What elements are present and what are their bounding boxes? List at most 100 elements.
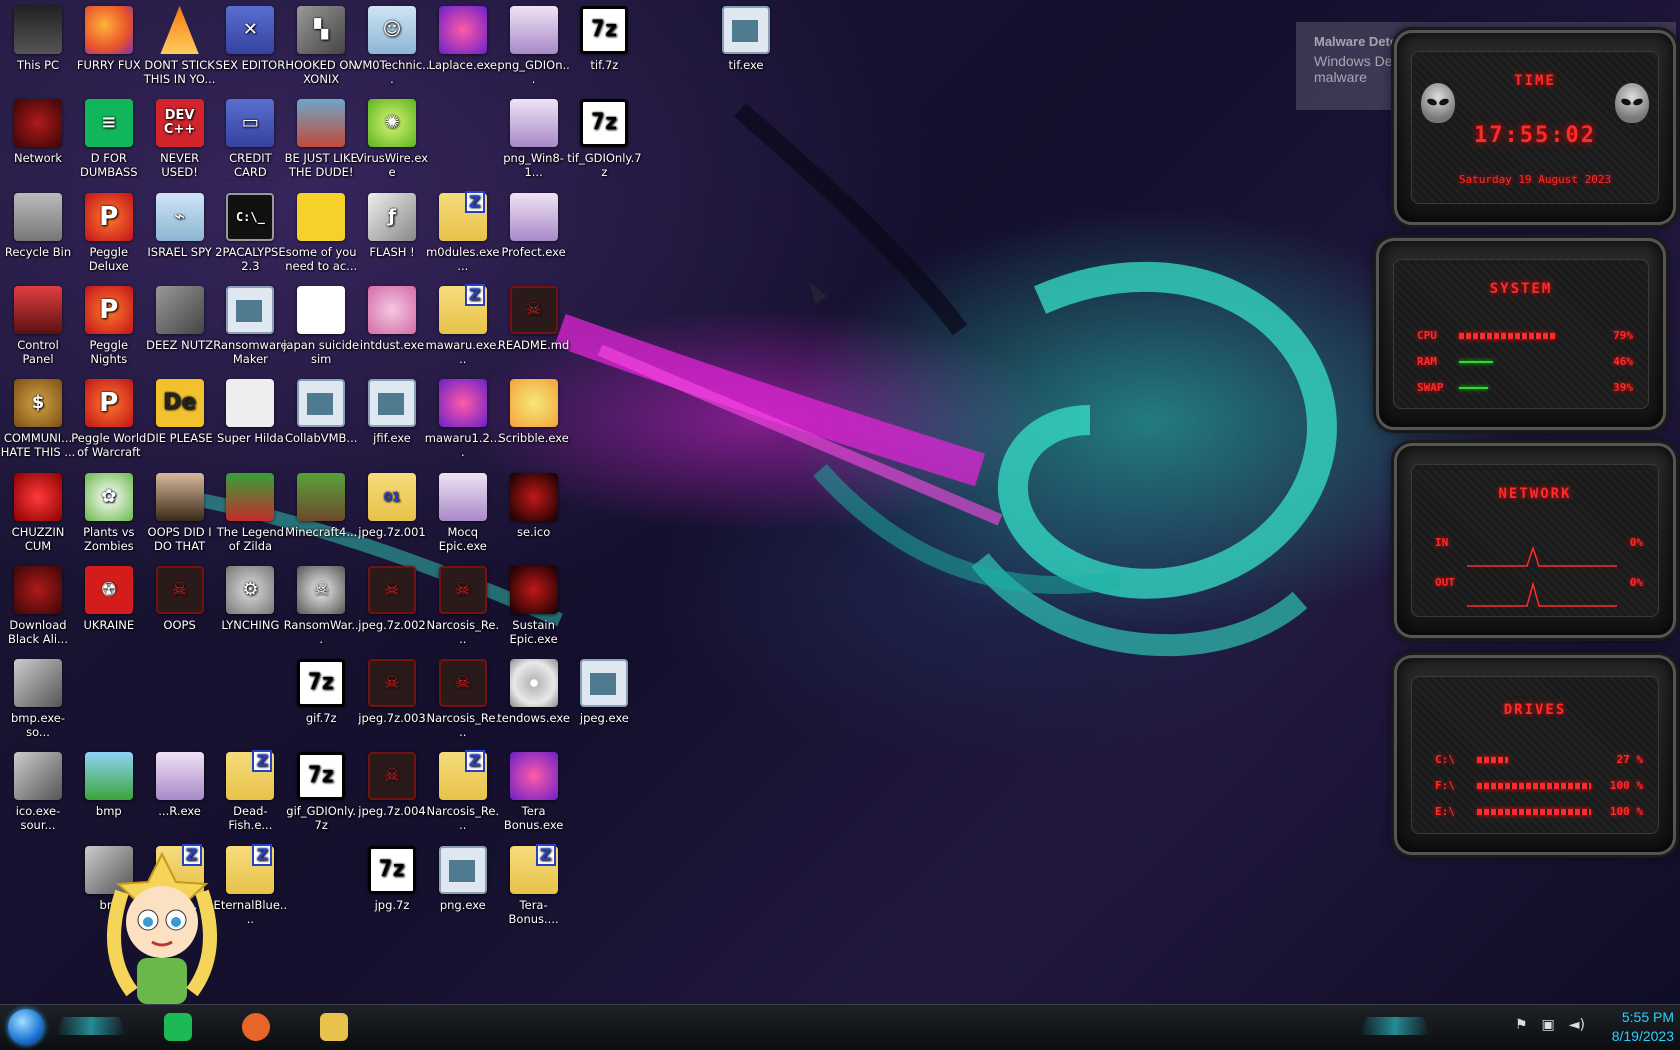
desktop-icon[interactable]: mawaru1.2.... xyxy=(425,375,501,459)
desktop-icon[interactable]: ico.exe-sour... xyxy=(0,748,76,832)
desktop-icon-label: Laplace.exe xyxy=(428,58,498,72)
desktop-icon[interactable]: OOPS DID I DO THAT xyxy=(142,469,218,553)
desktop-icon[interactable]: DEV C++ NEVER USED! xyxy=(142,95,218,179)
desktop-icon[interactable]: Control Panel xyxy=(0,282,76,366)
desktop-icon[interactable]: FURRY FUX xyxy=(71,2,147,72)
desktop-icon[interactable]: ☠ jpeg.7z.004 xyxy=(354,748,430,818)
taskbar-pinned-button[interactable] xyxy=(158,1008,198,1046)
desktop-icon[interactable]: Tera Bonus.exe xyxy=(496,748,572,832)
taskbar-clock[interactable]: 5:55 PM 8/19/2023 xyxy=(1584,1008,1674,1046)
desktop-icon[interactable]: De DIE PLEASE xyxy=(142,375,218,445)
desktop-icon[interactable]: tif.exe xyxy=(708,2,784,72)
desktop-icon[interactable]: ☠ jpeg.7z.003 xyxy=(354,655,430,725)
desktop-icon-label: HOOKED ON XONIX xyxy=(285,58,358,86)
desktop-icon[interactable]: 7z tif.7z xyxy=(566,2,642,72)
desktop-icon[interactable]: Zmawaru.exe... xyxy=(425,282,501,366)
desktop-icon[interactable]: Z Narcosis_Re... xyxy=(425,748,501,832)
desktop-icon[interactable]: The Legend of Zilda xyxy=(212,469,288,553)
desktop-icon[interactable]: ⌁ ISRAEL SPY xyxy=(142,189,218,259)
desktop-icon[interactable]: 01 jpeg.7z.001 xyxy=(354,469,430,539)
desktop-icon[interactable]: ≡ D FOR DUMBASS xyxy=(71,95,147,179)
desktop-icon[interactable]: Mocq Epic.exe xyxy=(425,469,501,553)
desktop-icon-label: DEEZ NUTZ xyxy=(146,337,214,352)
desktop-icon[interactable]: DEEZ NUTZ xyxy=(142,282,218,352)
desktop-icon[interactable]: 7z jpg.7z xyxy=(354,842,430,912)
desktop-icon[interactable]: Profect.exe xyxy=(496,189,572,259)
taskbar-pinned-button[interactable] xyxy=(314,1008,354,1046)
volume-icon[interactable]: ◄) xyxy=(1569,1017,1585,1033)
alien-head-right-icon xyxy=(1615,83,1649,123)
desktop-icon[interactable]: Z Tera-Bonus.... xyxy=(496,842,572,926)
desktop-icon[interactable]: ☠ jpeg.7z.002 xyxy=(354,562,430,632)
desktop-icon[interactable]: $ COMMUNI... HATE THIS ... xyxy=(0,375,76,459)
desktop-icon[interactable]: Super Hilda xyxy=(212,375,288,445)
desktop-icon-label: png_Win8-1... xyxy=(503,151,564,180)
desktop-icon[interactable]: DONT STICK THIS IN YO... xyxy=(142,2,218,86)
desktop-icon[interactable]: P Peggle Deluxe xyxy=(71,189,147,273)
desktop-icon[interactable]: Sustain Epic.exe xyxy=(496,562,572,646)
desktop-icon[interactable]: ✕ SEX EDITOR xyxy=(212,2,288,72)
desktop-icon[interactable]: BE JUST LIKE THE DUDE! xyxy=(283,95,359,179)
desktop-icon[interactable]: CHUZZIN CUM xyxy=(0,469,76,553)
desktop-icon[interactable]: tendows.exe xyxy=(496,655,572,725)
desktop-icon[interactable]: Zm0dules.exe... xyxy=(425,189,501,273)
desktop-icon[interactable]: Minecraft4... xyxy=(283,469,359,539)
desktop-icon[interactable]: ...R.exe xyxy=(142,748,218,818)
desktop-icon[interactable]: png_GDIOn... xyxy=(496,2,572,86)
desktop-icon[interactable]: Laplace.exe xyxy=(425,2,501,72)
desktop-icon[interactable]: intdust.exe xyxy=(354,282,430,352)
desktop-icon[interactable]: Scribble.exe xyxy=(496,375,572,445)
desktop-icon[interactable]: 7z tif_GDIOnly.7z xyxy=(566,95,642,179)
desktop-icon[interactable]: C:\_ 2PACALYPSE 2.3 xyxy=(212,189,288,273)
desktop-icon[interactable]: png.exe xyxy=(425,842,501,912)
archive-badge-icon: Z xyxy=(252,843,273,866)
dude-icon xyxy=(297,99,346,148)
desktop-icon-label: UKRAINE xyxy=(83,617,135,632)
desktop-icon[interactable]: ✿ Plants vs Zombies xyxy=(71,469,147,553)
desktop-icon[interactable]: ☺ VM0Technic... xyxy=(354,2,430,86)
flag-icon[interactable]: ⚑ xyxy=(1515,1017,1528,1033)
desktop-icon[interactable]: ✺ VirusWire.exe xyxy=(354,95,430,179)
desktop-icon[interactable]: bmp.exe-so... xyxy=(0,655,76,739)
desktop-icon[interactable]: Network xyxy=(0,95,76,165)
desktop-icon[interactable]: Recycle Bin xyxy=(0,189,76,259)
desktop-icon[interactable]: This PC xyxy=(0,2,76,72)
desktop-icon[interactable]: PPeggle Nights Deluxe xyxy=(71,282,147,368)
desktop-icon[interactable]: ☢ UKRAINE xyxy=(71,562,147,632)
desktop-icon[interactable]: japan suicide sim xyxy=(283,282,359,366)
desktop-icon[interactable]: ▭CREDIT CARD CHECKER xyxy=(212,95,288,181)
desktop-icon[interactable]: jpeg.exe xyxy=(566,655,642,725)
widget-usage-bar xyxy=(1477,783,1591,789)
desktop-icon[interactable]: CollabVMB... xyxy=(283,375,359,445)
desktop-icon[interactable]: png_Win8-1... xyxy=(496,95,572,179)
desktop-icon[interactable]: jfif.exe xyxy=(354,375,430,445)
desktop-icon[interactable]: Ransomware Maker Build... xyxy=(212,282,288,368)
desktop-icon[interactable]: ☠ README.md xyxy=(496,282,572,352)
desktop-icon[interactable]: ▚ HOOKED ON XONIX xyxy=(283,2,359,86)
desktop-icon[interactable]: Download Black Ali... xyxy=(0,562,76,646)
firefox-icon xyxy=(84,6,133,54)
desktop-icon[interactable]: ☠ Narcosis_Re... xyxy=(425,655,501,739)
taskbar-pinned-button[interactable] xyxy=(236,1008,276,1046)
desktop-icon-label: tif_GDIOnly.7z xyxy=(567,151,642,180)
desktop-icon[interactable]: ƒ FLASH ! xyxy=(354,189,430,259)
desktop-icon[interactable]: ☠ OOPS xyxy=(142,562,218,632)
desktop-icon[interactable]: ☠ Narcosis_Re... xyxy=(425,562,501,646)
desktop-icon[interactable]: bmp xyxy=(71,748,147,818)
desktop-icon[interactable]: se.ico xyxy=(496,469,572,539)
peggle-icon: P xyxy=(84,285,133,334)
taskbar-accent-left xyxy=(56,1017,126,1035)
widget-usage-fill xyxy=(1459,333,1556,339)
desktop-icon[interactable]: 7z gif.7z xyxy=(283,655,359,725)
desktop-icon[interactable]: Z Dead-Fish.e... xyxy=(212,748,288,832)
network-icon[interactable]: ▣ xyxy=(1542,1017,1555,1033)
widget-row-value: 100 % xyxy=(1609,805,1643,818)
desktop-icon-label: SEX EDITOR xyxy=(215,58,286,72)
desktop-icon[interactable]: PPeggle World of Warcraft ... xyxy=(71,375,147,461)
desktop-icon[interactable]: some of you need to ac... xyxy=(283,189,359,273)
windows-orb-icon[interactable] xyxy=(8,1009,44,1045)
archive-badge-icon: Z xyxy=(252,750,273,773)
desktop-icon[interactable]: ⚙ LYNCHING xyxy=(212,562,288,632)
desktop-icon[interactable]: 7z gif_GDIOnly.7z xyxy=(283,748,359,832)
desktop-icon[interactable]: ☠ RansomWar... xyxy=(283,562,359,646)
